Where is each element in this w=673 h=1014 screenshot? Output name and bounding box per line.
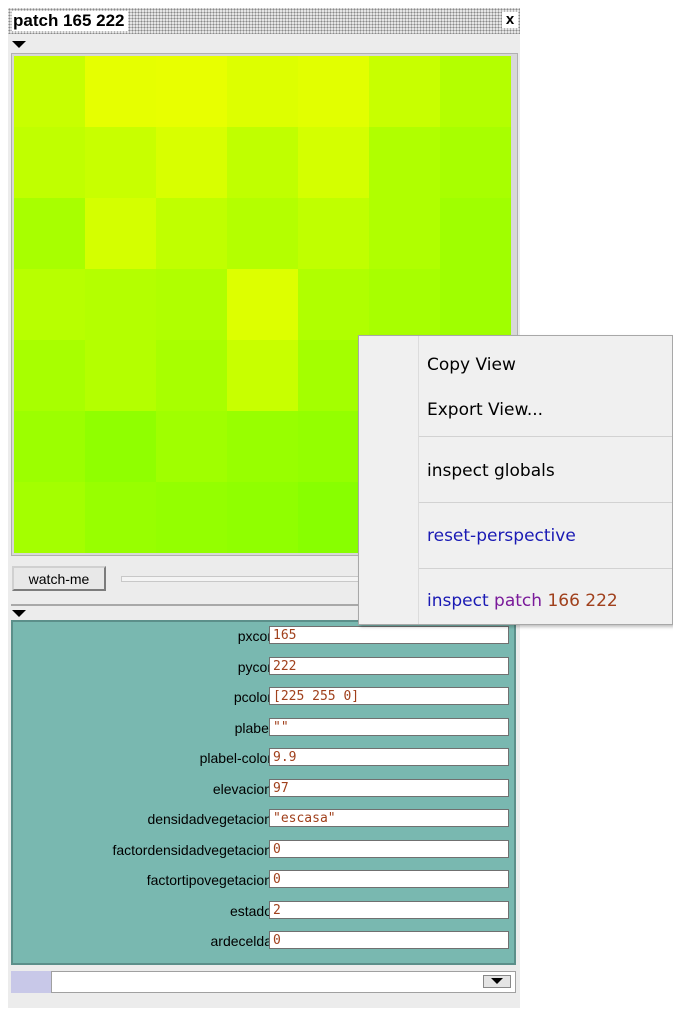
patch-cell[interactable] [440,56,511,127]
patch-cell[interactable] [156,127,227,198]
variable-label: plabel [234,719,272,736]
patch-cell[interactable] [85,127,156,198]
menu-item-copy-view[interactable]: Copy View [427,354,516,376]
menu-item-reset-perspective[interactable]: reset-perspective [427,525,576,547]
variable-value-field[interactable]: 2 [269,900,509,919]
variables-panel: pxcor 165 pycor 222 pcolor [225 255 0] plabel "… [11,620,516,965]
patch-cell[interactable] [227,411,298,482]
context-menu: Copy View Export View... inspect globals… [358,335,673,625]
menu-item-inspect-globals[interactable]: inspect globals [427,460,555,482]
variable-value-field[interactable]: 0 [269,839,509,858]
variable-label: pxcor [237,628,272,644]
variable-row: factordensidadvegetacion 0 [13,839,518,862]
patch-cell[interactable] [156,269,227,340]
patch-cell[interactable] [369,56,440,127]
patch-cell[interactable] [85,269,156,340]
variable-label: plabel-color [199,750,272,766]
patch-cell[interactable] [14,340,85,411]
variable-row: pycor 222 [13,656,518,679]
patch-cell[interactable] [298,198,369,269]
variable-row: pxcor 165 [13,626,518,648]
patch-cell[interactable] [85,482,156,553]
patch-cell[interactable] [227,127,298,198]
patch-cell[interactable] [440,269,511,340]
menu-item-export-view[interactable]: Export View... [427,399,543,421]
patch-cell[interactable] [227,269,298,340]
patch-cell[interactable] [298,127,369,198]
variable-row: plabel "" [13,717,518,740]
patch-cell[interactable] [298,269,369,340]
variable-label: factordensidadvegetacion [112,841,272,858]
collapse-variables-triangle-icon[interactable] [12,610,26,617]
inspect-word: inspect [427,591,489,611]
patch-cell[interactable] [227,482,298,553]
patch-cell[interactable] [85,411,156,482]
variable-value-field[interactable]: 9.9 [269,748,509,766]
variable-row: factortipovegetacion 0 [13,870,518,892]
variable-row: ardecelda 0 [13,931,518,953]
variable-value-field[interactable]: 97 [269,778,509,797]
variable-row: plabel-color 9.9 [13,748,518,770]
command-input[interactable] [51,971,516,993]
patch-cell[interactable] [85,56,156,127]
patch-cell[interactable] [85,198,156,269]
patch-word: patch [494,591,543,611]
variable-value-field[interactable]: [225 255 0] [269,687,509,705]
command-bar [11,971,516,995]
patch-cell[interactable] [227,198,298,269]
patch-cell[interactable] [156,482,227,553]
patch-cell[interactable] [14,482,85,553]
variable-value-field[interactable]: 222 [269,656,509,675]
command-center-label [11,971,51,993]
watch-me-button[interactable]: watch-me [12,566,106,591]
patch-coords: 166 222 [547,591,618,611]
variable-label: elevacion [212,780,272,797]
menu-separator [419,502,672,503]
patch-cell[interactable] [14,269,85,340]
menu-item-inspect-patch[interactable]: inspect patch 166 222 [427,590,618,612]
patch-cell[interactable] [440,198,511,269]
patch-cell[interactable] [85,340,156,411]
menu-separator [419,436,672,437]
chevron-down-icon [491,978,503,984]
patch-cell[interactable] [298,56,369,127]
menu-separator [419,568,672,569]
variable-value-field[interactable]: 0 [269,931,509,949]
patch-cell[interactable] [14,198,85,269]
zoom-slider[interactable] [121,576,363,582]
patch-cell[interactable] [369,198,440,269]
variable-label: ardecelda [210,933,273,949]
patch-cell[interactable] [227,340,298,411]
variable-value-field[interactable]: "escasa" [269,809,509,827]
patch-cell[interactable] [14,127,85,198]
variable-value-field[interactable]: 0 [269,870,509,888]
window-title: patch 165 222 [12,11,128,31]
variable-row: estado 2 [13,900,518,923]
history-dropdown-button[interactable] [483,975,511,988]
patch-cell[interactable] [369,269,440,340]
variable-label: pycor [237,658,272,675]
variable-row: elevacion 97 [13,778,518,801]
variable-row: pcolor [225 255 0] [13,687,518,709]
variable-label: estado [229,902,272,919]
menu-gutter [418,336,419,624]
patch-cell[interactable] [156,198,227,269]
patch-cell[interactable] [14,411,85,482]
patch-cell[interactable] [440,127,511,198]
variable-label: densidadvegetacion [147,811,272,827]
variable-row: densidadvegetacion "escasa" [13,809,518,831]
title-bar[interactable]: patch 165 222 x [8,8,520,34]
patch-cell[interactable] [156,411,227,482]
patch-cell[interactable] [156,56,227,127]
patch-cell[interactable] [227,56,298,127]
close-icon[interactable]: x [502,12,518,28]
variable-label: pcolor [233,689,272,705]
variable-value-field[interactable]: 165 [269,626,509,644]
variable-value-field[interactable]: "" [269,717,509,736]
patch-cell[interactable] [156,340,227,411]
collapse-view-triangle-icon[interactable] [12,41,26,48]
patch-cell[interactable] [14,56,85,127]
patch-cell[interactable] [369,127,440,198]
variable-label: factortipovegetacion [146,872,272,888]
